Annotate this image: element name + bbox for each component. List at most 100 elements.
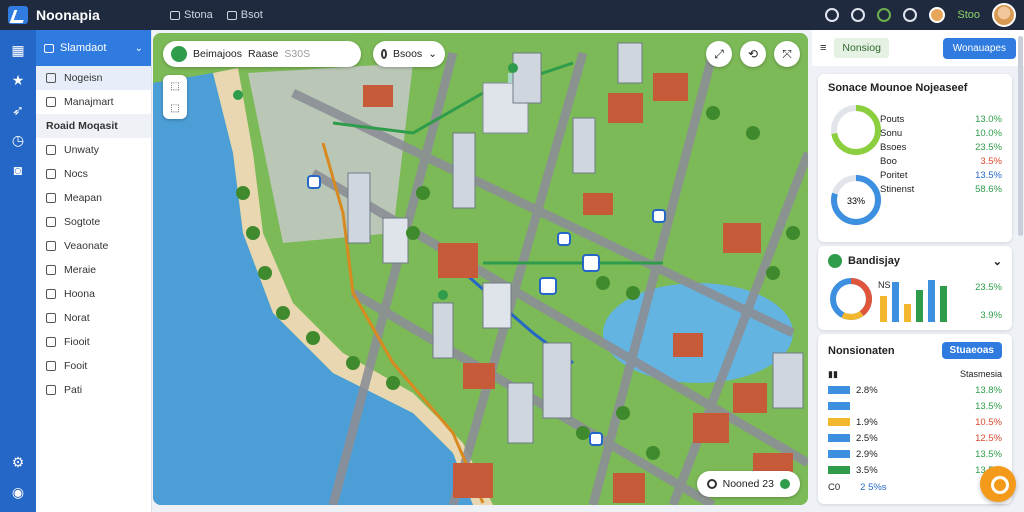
row-value: 13.5%: [975, 169, 1002, 181]
sidebar-item[interactable]: Veaonate: [36, 234, 151, 258]
table-row[interactable]: 2.9% 13.5%: [828, 446, 1002, 462]
user-avatar-small[interactable]: [929, 7, 946, 23]
legend-label: Nooned 23: [722, 478, 774, 490]
leaf-icon: [828, 254, 842, 268]
sidebar: Slamdaot ⌄ Nogeisn Manajmart Roaid Moqasit…: [36, 30, 152, 512]
menu-icon: [170, 10, 180, 20]
sidebar-item-icon: [46, 361, 56, 371]
clock-icon[interactable]: ◷: [10, 132, 26, 148]
avatar[interactable]: [992, 3, 1016, 27]
footer-label: C0: [828, 482, 841, 493]
table-rows: 2.8% 13.8% 13.5% 1.9% 10.5% 2.5% 12.5% 2.9% 13.5…: [818, 382, 1012, 478]
map-canvas[interactable]: [153, 33, 808, 505]
donut-center-label: 33%: [847, 196, 865, 206]
row-value: 23.5%: [975, 141, 1002, 153]
sidebar-item[interactable]: Sogtote: [36, 210, 151, 234]
search-label: Beimajoos: [193, 48, 243, 60]
legend-icon: [706, 479, 717, 489]
menu-icon[interactable]: ≡: [820, 42, 826, 54]
sidebar-item[interactable]: Nocs: [36, 162, 151, 186]
layers-icon[interactable]: ⤧: [774, 41, 800, 67]
sidebar-item[interactable]: Norat: [36, 306, 151, 330]
camera-icon[interactable]: ◙: [10, 162, 26, 178]
sidebar-item[interactable]: Hoona: [36, 282, 151, 306]
summary-rows: Pouts 13.0% Sonu 10.0% Bsoes 23.5% Boo 3.5% Pori…: [880, 112, 1002, 196]
row-value: 13.0%: [975, 113, 1002, 125]
row-value: 13.5%: [975, 448, 1002, 460]
route-icon[interactable]: ➶: [10, 102, 26, 118]
sidebar-item[interactable]: Nogeisn: [36, 66, 151, 90]
fullscreen-icon[interactable]: ⤢: [706, 41, 732, 67]
row-value: 12.5%: [975, 432, 1002, 444]
sort-icon[interactable]: ▮▮: [828, 369, 838, 380]
sidebar-item-icon: [46, 241, 56, 251]
top-actions: Stoo: [825, 3, 1024, 27]
row-bar: [828, 386, 850, 394]
table-row[interactable]: 2.8% 13.8%: [828, 382, 1002, 398]
settings-icon[interactable]: ⚙: [10, 454, 26, 470]
menu-icon: [44, 43, 54, 53]
city-map[interactable]: Beimajoos Raase S30S Bsoos ⌄ ⬚ ⬚ ⤢ ⟲ ⤧ N…: [153, 33, 808, 505]
sidebar-item-icon: [46, 337, 56, 347]
expand-icon[interactable]: ⬚: [170, 81, 179, 92]
share-icon[interactable]: ⟲: [740, 41, 766, 67]
leaf-icon[interactable]: [877, 8, 892, 22]
collapse-icon[interactable]: ⬚: [170, 103, 179, 114]
globe-icon[interactable]: ◉: [10, 484, 26, 500]
sidebar-item[interactable]: Pati: [36, 378, 151, 402]
sidebar-item[interactable]: Meraie: [36, 258, 151, 282]
primary-button[interactable]: Wonauapes: [942, 37, 1016, 59]
donut-chart-3: [830, 278, 872, 320]
summary-row: Boo 3.5%: [880, 154, 1002, 168]
sidebar-item-label: Nogeisn: [64, 72, 103, 84]
tool-icon[interactable]: [851, 8, 866, 22]
bandisjay-card: Bandisjay ⌄ NS 23.5% 3.9%: [818, 246, 1012, 330]
sidebar-item[interactable]: Meapan: [36, 186, 151, 210]
map-filter[interactable]: Bsoos ⌄: [373, 41, 445, 67]
search-value[interactable]: Raase: [248, 48, 278, 60]
table-row[interactable]: 13.5%: [828, 398, 1002, 414]
sidebar-item-label: Nocs: [64, 168, 88, 180]
chevron-down-icon: ⌄: [428, 48, 437, 60]
chevron-down-icon[interactable]: ⌄: [993, 255, 1002, 268]
table-header: ▮▮ Stasmesia: [818, 359, 1012, 382]
icon-rail: ▦ ★ ➶ ◷ ◙ ⚙ ◉: [0, 30, 36, 512]
scrollbar[interactable]: [1018, 36, 1023, 236]
table-row[interactable]: 1.9% 10.5%: [828, 414, 1002, 430]
sidebar-list: Nogeisn Manajmart Roaid Moqasit Unwaty Nocs M…: [36, 66, 151, 402]
sidebar-title: Slamdaot: [60, 42, 107, 54]
top-menu: Stona Bsot: [152, 9, 263, 21]
app-title: Noonapia: [36, 7, 100, 23]
chat-fab-button[interactable]: [980, 466, 1016, 502]
menu-item-1[interactable]: Stona: [170, 9, 213, 21]
chevron-down-icon[interactable]: ⌄: [135, 43, 143, 54]
row-label: Poritet: [880, 169, 908, 181]
donut-chart-2: 33%: [831, 175, 881, 225]
sidebar-item[interactable]: Unwaty: [36, 138, 151, 162]
sidebar-item-icon: [46, 313, 56, 323]
globe-icon[interactable]: [825, 8, 840, 22]
action-button[interactable]: Stuaeoas: [941, 342, 1002, 359]
sidebar-item[interactable]: Roaid Moqasit: [36, 114, 151, 138]
sidebar-item-icon: [46, 169, 56, 179]
sidebar-item[interactable]: Manajmart: [36, 90, 151, 114]
star-icon[interactable]: ★: [10, 72, 26, 88]
bell-icon[interactable]: [903, 8, 918, 22]
table-row[interactable]: 2.5% 12.5%: [828, 430, 1002, 446]
stat-value-1: 23.5%: [975, 282, 1002, 293]
sidebar-item-label: Norat: [64, 312, 90, 324]
sidebar-item-icon: [46, 193, 56, 203]
map-legend[interactable]: Nooned 23: [696, 471, 800, 497]
table-row[interactable]: 3.5%13.5%: [828, 462, 1002, 478]
map-search[interactable]: Beimajoos Raase S30S: [163, 41, 361, 67]
sidebar-item[interactable]: Fiooit: [36, 330, 151, 354]
tab-nonsiog[interactable]: Nonsiog: [834, 38, 889, 58]
brand[interactable]: Noonapia: [0, 0, 152, 30]
sidebar-header[interactable]: Slamdaot ⌄: [36, 30, 151, 66]
user-name[interactable]: Stoo: [957, 9, 980, 21]
sidebar-item[interactable]: Fooit: [36, 354, 151, 378]
menu-item-2[interactable]: Bsot: [226, 9, 263, 21]
sidebar-item-icon: [46, 97, 56, 107]
sidebar-item-label: Fiooit: [64, 336, 90, 348]
dashboard-icon[interactable]: ▦: [10, 42, 26, 58]
